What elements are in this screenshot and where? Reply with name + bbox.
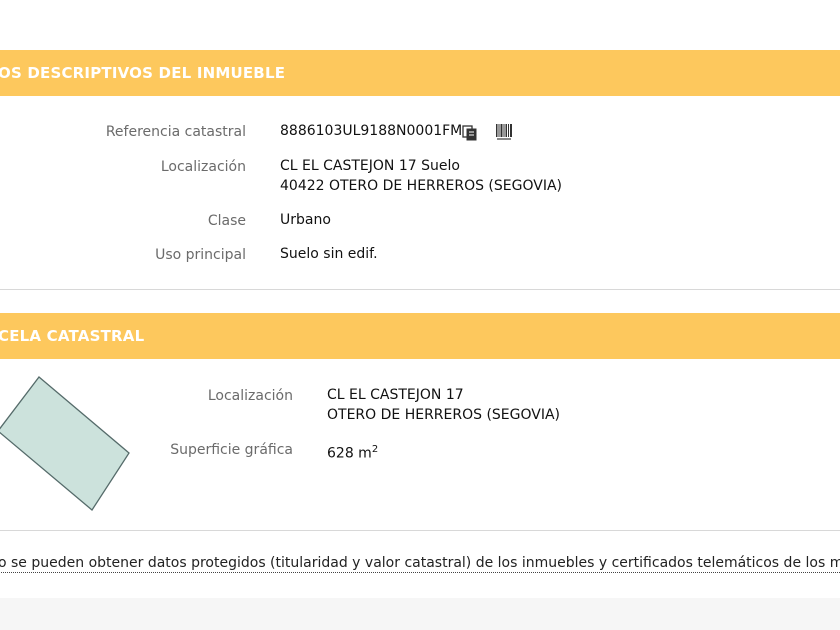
page: OS DESCRIPTIVOS DEL INMUEBLE Referencia … [0, 0, 840, 630]
parcel-shape [0, 376, 130, 511]
protected-data-notice[interactable]: o se pueden obtener datos protegidos (ti… [0, 555, 840, 573]
parcela-localizacion-label: Localización [207, 388, 293, 404]
inmueble-panel-title: OS DESCRIPTIVOS DEL INMUEBLE [0, 64, 286, 82]
copy-icon[interactable] [462, 125, 478, 141]
ref-catastral-value[interactable]: 8886103UL9188N0001FM [280, 122, 462, 141]
uso-principal-label: Uso principal [155, 247, 246, 263]
parcela-localizacion-line1: CL EL CASTEJON 17 [327, 387, 464, 403]
parcela-panel-header: CELA CATASTRAL [0, 313, 840, 359]
inmueble-panel: OS DESCRIPTIVOS DEL INMUEBLE Referencia … [0, 50, 840, 290]
localizacion-label: Localización [160, 159, 246, 175]
superficie-unit-exponent: 2 [371, 444, 379, 455]
barcode-icon[interactable] [495, 123, 513, 141]
superficie-value-text: 628 m [327, 445, 372, 462]
superficie-grafica-value: 628 m2 [327, 440, 378, 464]
uso-principal-value: Suelo sin edif. [280, 246, 378, 262]
parcela-panel: CELA CATASTRAL Localización CL EL CASTEJ… [0, 313, 840, 531]
clase-label: Clase [207, 213, 246, 229]
inmueble-panel-header: OS DESCRIPTIVOS DEL INMUEBLE [0, 50, 840, 96]
superficie-grafica-label: Superficie gráfica [170, 442, 293, 458]
parcela-localizacion-line2: OTERO DE HERREROS (SEGOVIA) [327, 407, 561, 423]
localizacion-line2: 40422 OTERO DE HERREROS (SEGOVIA) [280, 178, 562, 194]
parcel-map-thumbnail[interactable] [0, 375, 135, 515]
clase-value: Urbano [280, 212, 331, 228]
localizacion-line1: CL EL CASTEJON 17 Suelo [280, 158, 460, 174]
page-footer-band [0, 598, 840, 630]
parcela-panel-title: CELA CATASTRAL [0, 327, 145, 345]
ref-catastral-label: Referencia catastral [105, 124, 246, 140]
